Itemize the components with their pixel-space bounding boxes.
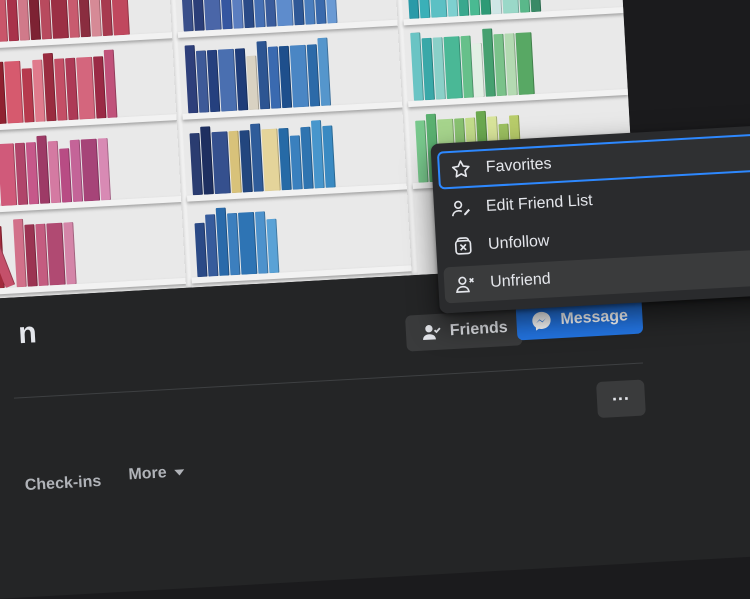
bookshelf-left xyxy=(0,0,189,300)
person-remove-icon xyxy=(454,273,477,296)
friends-button[interactable]: Friends xyxy=(404,309,523,352)
person-check-icon xyxy=(419,321,442,344)
caret-down-icon xyxy=(174,469,185,476)
message-button-label: Message xyxy=(559,307,629,329)
menu-item-label: Unfriend xyxy=(489,270,552,291)
tab-more-label: More xyxy=(127,464,168,484)
unfollow-icon xyxy=(452,235,475,258)
menu-item-label: Favorites xyxy=(485,155,553,176)
star-icon xyxy=(449,158,472,181)
tab-more[interactable]: More xyxy=(128,463,185,484)
bookshelf-middle xyxy=(173,0,414,288)
menu-item-label: Unfollow xyxy=(487,232,550,253)
more-options-button[interactable]: ··· xyxy=(595,379,646,419)
menu-item-label: Edit Friend List xyxy=(485,192,594,215)
person-edit-icon xyxy=(449,197,472,220)
messenger-icon xyxy=(530,309,553,332)
friends-button-label: Friends xyxy=(449,319,509,340)
friend-options-menu: Favorites Edit Friend List Unfollow Unfr… xyxy=(430,123,750,314)
profile-name: n xyxy=(17,316,38,351)
